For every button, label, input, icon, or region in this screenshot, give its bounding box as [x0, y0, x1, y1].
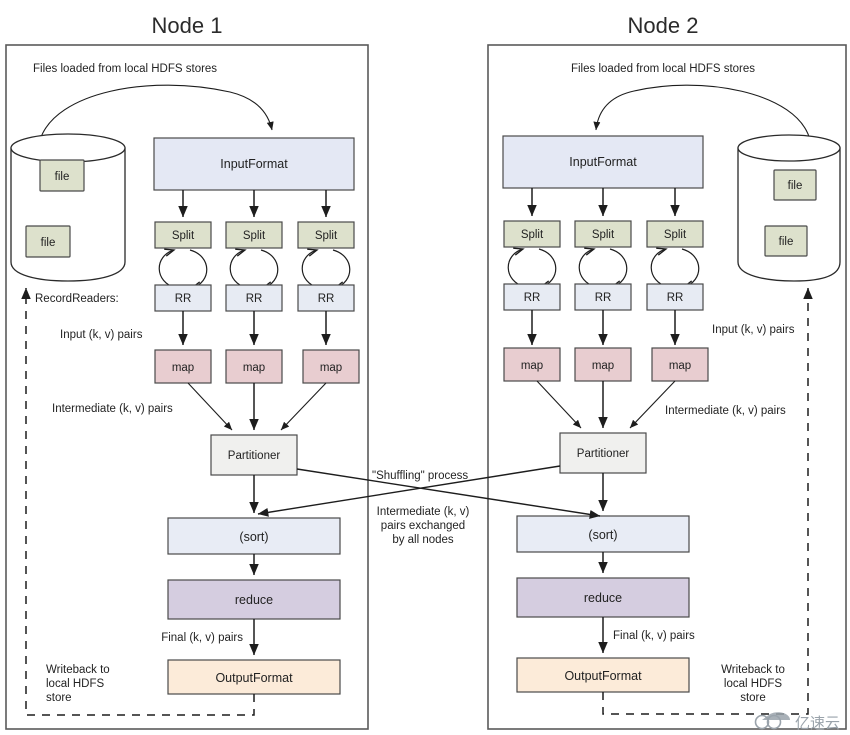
node1-rr-2-label: RR — [246, 293, 263, 305]
node1-map1-to-partitioner — [187, 382, 233, 431]
node2-map-2-label: map — [592, 360, 614, 372]
shuffling-process-label: "Shuffling" process — [372, 470, 468, 482]
node2-partitioner-label: Partitioner — [577, 448, 630, 460]
node1-recordreaders-label: RecordReaders: — [35, 293, 119, 305]
node1-outputformat-label: OutputFormat — [215, 671, 293, 685]
diagram-canvas: Node 1 Node 2 Files loaded from local HD… — [5, 13, 847, 732]
node2-map1-to-partitioner — [536, 380, 582, 429]
node1-loop-2 — [229, 250, 279, 288]
node2-file-2-label: file — [779, 236, 794, 248]
node1-title: Node 1 — [152, 13, 223, 38]
node2-map-3-label: map — [669, 360, 691, 372]
node2-header-note: Files loaded from local HDFS stores — [571, 63, 755, 75]
node2-writeback-line-3: store — [740, 692, 766, 704]
node1-load-arrow — [39, 84, 274, 141]
node1-rr-3-label: RR — [318, 293, 335, 305]
shuffle-exchange-line-3: by all nodes — [392, 534, 454, 546]
node1-file-1-label: file — [55, 171, 70, 183]
watermark-label: 亿速云 — [795, 714, 840, 732]
node1-writeback-line-1: Writeback to — [46, 664, 110, 676]
node2-split-2-label: Split — [592, 229, 615, 241]
node1-map-3-label: map — [320, 362, 342, 374]
node1-writeback-line-2: local HDFS — [46, 678, 104, 690]
node1-inputformat-label: InputFormat — [220, 157, 288, 171]
node2-input-pairs-label: Input (k, v) pairs — [712, 324, 795, 336]
node1-header-note: Files loaded from local HDFS stores — [33, 63, 217, 75]
node2-final-pairs-label: Final (k, v) pairs — [613, 630, 695, 642]
node1-input-pairs-label: Input (k, v) pairs — [60, 329, 143, 341]
node2-loop-2 — [578, 249, 628, 287]
shuffle-exchange-line-2: pairs exchanged — [381, 520, 465, 532]
node2-intermediate-pairs-label: Intermediate (k, v) pairs — [665, 405, 786, 417]
node1-loop-3 — [301, 250, 351, 288]
node2-rr-3-label: RR — [667, 292, 684, 304]
node1-file-2-label: file — [41, 237, 56, 249]
node1-writeback-line-3: store — [46, 692, 72, 704]
node2-rr-2-label: RR — [595, 292, 612, 304]
node2-split-3-label: Split — [664, 229, 687, 241]
node2-inputformat-label: InputFormat — [569, 155, 637, 169]
node1-rr-1-label: RR — [175, 293, 192, 305]
node1-intermediate-pairs-label: Intermediate (k, v) pairs — [52, 403, 173, 415]
node1-split-2-label: Split — [243, 230, 266, 242]
node2-reduce-label: reduce — [584, 591, 622, 605]
node2-writeback-line-2: local HDFS — [724, 678, 782, 690]
node1-reduce-label: reduce — [235, 593, 273, 607]
node1-map3-to-partitioner — [280, 382, 327, 431]
node1-hdfs-store — [10, 133, 126, 282]
node1-split-1-label: Split — [172, 230, 195, 242]
mapreduce-diagram: Node 1 Node 2 Files loaded from local HD… — [0, 0, 850, 735]
node2-writeback-line-1: Writeback to — [721, 664, 785, 676]
node1-split-3-label: Split — [315, 230, 338, 242]
node2-load-arrow — [593, 84, 811, 141]
node2-split-1-label: Split — [521, 229, 544, 241]
node2-outputformat-label: OutputFormat — [564, 669, 642, 683]
node2-loop-1 — [507, 249, 557, 287]
node2-loop-3 — [650, 249, 700, 287]
shuffle-exchange-line-1: Intermediate (k, v) — [377, 506, 470, 518]
node2-sort-label: (sort) — [588, 528, 617, 542]
node2-title: Node 2 — [628, 13, 699, 38]
node1-map-1-label: map — [172, 362, 194, 374]
node2-map-1-label: map — [521, 360, 543, 372]
node1-loop-1 — [158, 250, 208, 288]
node2-file-1-label: file — [788, 180, 803, 192]
node2-rr-1-label: RR — [524, 292, 541, 304]
node2-hdfs-store — [737, 134, 841, 282]
node1-writeback-path — [21, 287, 255, 716]
node1-partitioner-label: Partitioner — [228, 450, 281, 462]
node1-map-2-label: map — [243, 362, 265, 374]
node1-sort-label: (sort) — [239, 530, 268, 544]
node1-final-pairs-label: Final (k, v) pairs — [161, 632, 243, 644]
